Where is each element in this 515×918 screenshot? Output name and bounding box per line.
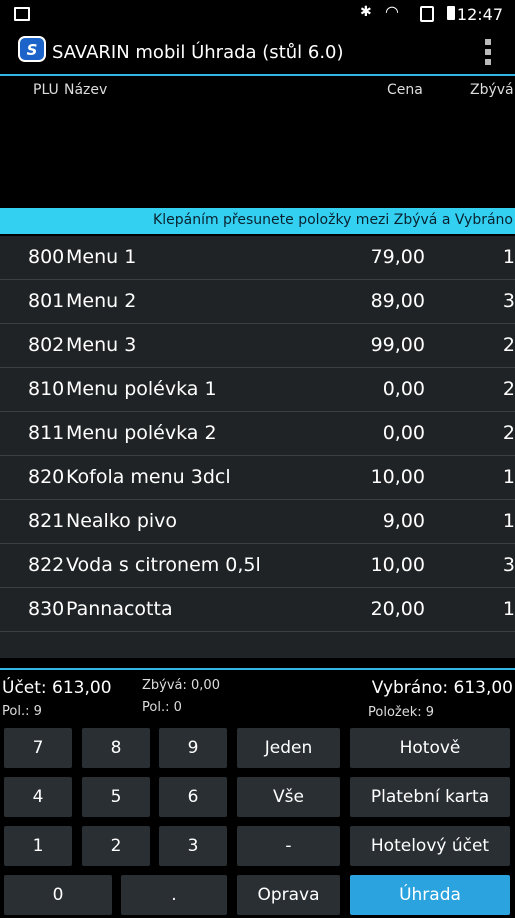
item-price: 99,00 bbox=[370, 334, 425, 356]
list-item[interactable]: 811 Menu polévka 2 0,00 2 bbox=[0, 412, 515, 456]
screenshot-icon bbox=[14, 7, 30, 21]
item-plu: 811 bbox=[28, 422, 65, 444]
item-name: Menu 1 bbox=[66, 246, 137, 268]
hotel-account-button[interactable]: Hotelový účet bbox=[350, 826, 510, 866]
key-2[interactable]: 2 bbox=[82, 826, 150, 866]
hint-text: Klepáním přesunete položky mezi Zbývá a … bbox=[153, 212, 513, 228]
key-4[interactable]: 4 bbox=[4, 777, 72, 817]
item-price: 9,00 bbox=[382, 510, 425, 532]
header-plu: PLU bbox=[33, 82, 59, 98]
item-list: 800 Menu 1 79,00 1 801 Menu 2 89,00 3 80… bbox=[0, 236, 515, 658]
item-price: 10,00 bbox=[370, 466, 425, 488]
key-8[interactable]: 8 bbox=[82, 728, 150, 768]
app-logo-icon: S bbox=[18, 36, 46, 62]
item-remaining: 1 bbox=[502, 598, 515, 620]
key-0[interactable]: 0 bbox=[4, 875, 112, 915]
key-9[interactable]: 9 bbox=[159, 728, 227, 768]
item-name: Menu 3 bbox=[66, 334, 137, 356]
list-item[interactable]: 800 Menu 1 79,00 1 bbox=[0, 236, 515, 280]
item-price: 0,00 bbox=[382, 378, 425, 400]
selected-total: Vybráno: 613,00 bbox=[371, 678, 513, 698]
key-decimal[interactable]: . bbox=[121, 875, 227, 915]
item-plu: 822 bbox=[28, 554, 65, 576]
key-3[interactable]: 3 bbox=[159, 826, 227, 866]
item-name: Nealko pivo bbox=[66, 510, 178, 532]
item-remaining: 2 bbox=[502, 422, 515, 444]
list-item[interactable]: 830 Pannacotta 20,00 1 bbox=[0, 588, 515, 632]
item-plu: 810 bbox=[28, 378, 65, 400]
footer-divider bbox=[0, 668, 515, 670]
list-item[interactable]: 802 Menu 3 99,00 2 bbox=[0, 324, 515, 368]
key-6[interactable]: 6 bbox=[159, 777, 227, 817]
item-plu: 801 bbox=[28, 290, 65, 312]
svg-text:S: S bbox=[27, 41, 38, 59]
item-name: Kofola menu 3dcl bbox=[66, 466, 231, 488]
battery-icon bbox=[447, 6, 455, 20]
item-plu: 821 bbox=[28, 510, 65, 532]
status-bar: ✱ ◠ 12:47 bbox=[0, 0, 515, 30]
card-button[interactable]: Platební karta bbox=[350, 777, 510, 817]
item-remaining: 1 bbox=[502, 510, 515, 532]
item-plu: 802 bbox=[28, 334, 65, 356]
account-total: Účet: 613,00 bbox=[2, 678, 112, 698]
item-remaining: 1 bbox=[502, 246, 515, 268]
item-plu: 820 bbox=[28, 466, 65, 488]
item-price: 20,00 bbox=[370, 598, 425, 620]
item-price: 10,00 bbox=[370, 554, 425, 576]
list-item[interactable]: 810 Menu polévka 1 0,00 2 bbox=[0, 368, 515, 412]
account-item-count: Pol.: 9 bbox=[2, 704, 42, 719]
bluetooth-icon: ✱ bbox=[360, 4, 372, 20]
header-name: Název bbox=[64, 82, 108, 98]
item-remaining: 2 bbox=[502, 378, 515, 400]
list-item[interactable]: 820 Kofola menu 3dcl 10,00 1 bbox=[0, 456, 515, 500]
overflow-menu-icon[interactable] bbox=[485, 39, 491, 65]
item-remaining: 1 bbox=[502, 466, 515, 488]
remaining-total: Zbývá: 0,00 bbox=[142, 678, 220, 693]
minus-button[interactable]: - bbox=[237, 826, 340, 866]
pay-button[interactable]: Úhrada bbox=[350, 875, 510, 915]
hint-banner: Klepáním přesunete položky mezi Zbývá a … bbox=[0, 208, 515, 234]
item-remaining: 3 bbox=[502, 290, 515, 312]
item-name: Menu polévka 2 bbox=[66, 422, 217, 444]
wifi-icon: ◠ bbox=[385, 2, 399, 21]
key-1[interactable]: 1 bbox=[4, 826, 72, 866]
list-item[interactable]: 821 Nealko pivo 9,00 1 bbox=[0, 500, 515, 544]
clock: 12:47 bbox=[456, 5, 503, 24]
header-price: Cena bbox=[387, 82, 423, 98]
app-title: SAVARIN mobil Úhrada (stůl 6.0) bbox=[52, 42, 344, 63]
action-bar: S SAVARIN mobil Úhrada (stůl 6.0) bbox=[0, 30, 515, 74]
item-name: Menu polévka 1 bbox=[66, 378, 217, 400]
item-price: 89,00 bbox=[370, 290, 425, 312]
remaining-item-count: Pol.: 0 bbox=[142, 700, 182, 715]
item-name: Voda s citronem 0,5l bbox=[66, 554, 261, 576]
selected-item-count: Položek: 9 bbox=[368, 705, 435, 720]
correction-button[interactable]: Oprava bbox=[237, 875, 340, 915]
item-name: Menu 2 bbox=[66, 290, 137, 312]
item-price: 79,00 bbox=[370, 246, 425, 268]
item-plu: 830 bbox=[28, 598, 65, 620]
list-item[interactable]: 822 Voda s citronem 0,5l 10,00 3 bbox=[0, 544, 515, 588]
list-item[interactable]: 801 Menu 2 89,00 3 bbox=[0, 280, 515, 324]
header-remaining: Zbývá bbox=[470, 82, 514, 98]
item-name: Pannacotta bbox=[66, 598, 173, 620]
item-price: 0,00 bbox=[382, 422, 425, 444]
item-plu: 800 bbox=[28, 246, 65, 268]
item-remaining: 2 bbox=[502, 334, 515, 356]
cash-button[interactable]: Hotově bbox=[350, 728, 510, 768]
action-bar-divider bbox=[0, 74, 515, 76]
key-7[interactable]: 7 bbox=[4, 728, 72, 768]
key-5[interactable]: 5 bbox=[82, 777, 150, 817]
notification-icon bbox=[420, 6, 434, 22]
all-button[interactable]: Vše bbox=[237, 777, 340, 817]
item-remaining: 3 bbox=[502, 554, 515, 576]
one-button[interactable]: Jeden bbox=[237, 728, 340, 768]
